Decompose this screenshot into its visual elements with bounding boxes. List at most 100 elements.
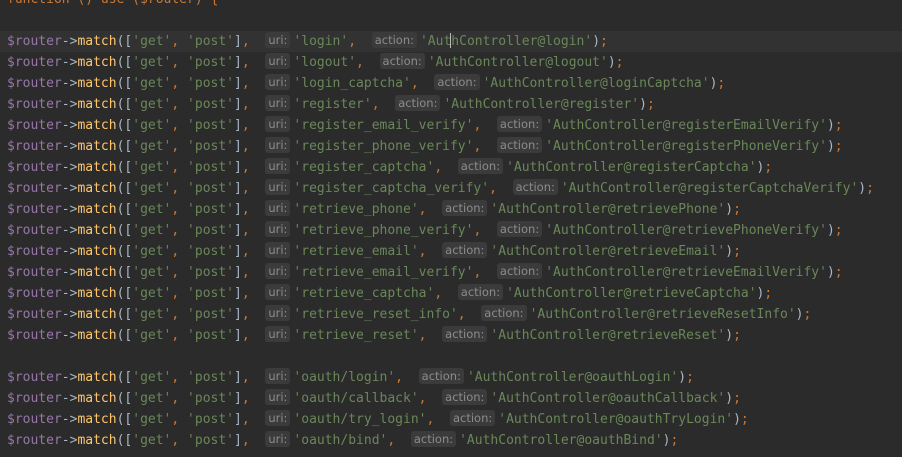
code-line[interactable]: $router->match(['get', 'post'], uri:'reg… xyxy=(0,94,902,115)
code-line[interactable]: $router->match(['get', 'post'], uri:'log… xyxy=(0,73,902,94)
route-statement: $router->match(['get', 'post'], uri:'ret… xyxy=(7,242,741,259)
uri-param-hint: uri: xyxy=(265,116,291,132)
route-uri: 'retrieve_email_verify' xyxy=(293,265,474,280)
route-statement: $router->match(['get', 'post'], uri:'oau… xyxy=(7,368,694,385)
action-param-hint: action: xyxy=(371,32,417,48)
method-get: 'get' xyxy=(132,412,172,427)
match-method: match xyxy=(77,307,117,322)
method-post: 'post' xyxy=(187,118,235,133)
route-action: 'AuthController@retrieveReset' xyxy=(490,328,726,343)
uri-param-hint: uri: xyxy=(265,431,291,447)
code-line[interactable]: $router->match(['get', 'post'], uri:'ret… xyxy=(0,283,902,304)
route-statement: $router->match(['get', 'post'], uri:'log… xyxy=(7,32,608,49)
action-param-hint: action: xyxy=(418,368,464,384)
uri-param-hint: uri: xyxy=(265,305,291,321)
arrow-operator: -> xyxy=(61,391,78,406)
code-line[interactable]: $router->match(['get', 'post'], uri:'ret… xyxy=(0,220,902,241)
arrow-operator: -> xyxy=(61,328,78,343)
match-method: match xyxy=(77,328,117,343)
route-action: 'AuthController@oauthCallback' xyxy=(490,391,726,406)
route-statement: $router->match(['get', 'post'], uri:'ret… xyxy=(7,305,812,322)
method-post: 'post' xyxy=(187,160,235,175)
method-post: 'post' xyxy=(187,181,235,196)
code-line[interactable]: $router->match(['get', 'post'], uri:'reg… xyxy=(0,115,902,136)
router-variable: $router xyxy=(7,160,62,175)
uri-param-hint: uri: xyxy=(265,389,291,405)
route-uri: 'oauth/login' xyxy=(293,370,396,385)
route-action: 'AuthController@registerCaptchaVerify' xyxy=(560,181,859,196)
method-get: 'get' xyxy=(132,370,172,385)
route-uri: 'logout' xyxy=(293,55,357,70)
action-param-hint: action: xyxy=(410,431,457,447)
arrow-operator: -> xyxy=(61,160,78,175)
route-uri: 'login_captcha' xyxy=(293,76,411,91)
method-get: 'get' xyxy=(132,55,172,70)
route-statement: $router->match(['get', 'post'], uri:'oau… xyxy=(7,389,741,406)
code-line[interactable]: $router->match(['get', 'post'], uri:'oau… xyxy=(0,409,902,430)
method-post: 'post' xyxy=(187,202,235,217)
match-method: match xyxy=(77,118,117,133)
code-line[interactable]: $router->match(['get', 'post'], uri:'reg… xyxy=(0,178,902,199)
router-variable: $router xyxy=(7,370,62,385)
code-line[interactable]: $router->match(['get', 'post'], uri:'reg… xyxy=(0,136,902,157)
route-uri: 'register_captcha' xyxy=(293,160,435,175)
code-line[interactable]: $router->match(['get', 'post'], uri:'oau… xyxy=(0,388,902,409)
method-get: 'get' xyxy=(132,265,172,280)
method-post: 'post' xyxy=(187,34,235,49)
router-variable: $router xyxy=(7,244,62,259)
method-post: 'post' xyxy=(187,55,235,70)
code-editor[interactable]: function () use ($router) { $router->mat… xyxy=(0,0,902,457)
route-statement: $router->match(['get', 'post'], uri:'oau… xyxy=(7,410,749,427)
router-variable: $router xyxy=(7,433,62,448)
route-statement: $router->match(['get', 'post'], uri:'reg… xyxy=(7,158,773,175)
arrow-operator: -> xyxy=(61,286,78,301)
route-uri: 'login' xyxy=(293,34,349,49)
function-header-text: function () use ($router) { xyxy=(7,0,218,10)
code-line-header[interactable]: function () use ($router) { xyxy=(0,0,902,10)
code-line[interactable]: $router->match(['get', 'post'], uri:'ret… xyxy=(0,304,902,325)
match-method: match xyxy=(77,265,117,280)
method-post: 'post' xyxy=(187,433,235,448)
route-uri: 'retrieve_email' xyxy=(293,244,419,259)
arrow-operator: -> xyxy=(61,97,78,112)
code-line[interactable]: $router->match(['get', 'post'], uri:'ret… xyxy=(0,262,902,283)
method-get: 'get' xyxy=(132,160,172,175)
uri-param-hint: uri: xyxy=(265,326,291,342)
match-method: match xyxy=(77,370,117,385)
action-param-hint: action: xyxy=(496,221,543,237)
uri-param-hint: uri: xyxy=(265,242,291,258)
code-line[interactable]: $router->match(['get', 'post'], uri:'oau… xyxy=(0,367,902,388)
match-method: match xyxy=(77,55,117,70)
code-line[interactable]: $router->match(['get', 'post'], uri:'ret… xyxy=(0,199,902,220)
route-uri: 'retrieve_reset_info' xyxy=(293,307,458,322)
uri-param-hint: uri: xyxy=(265,74,291,90)
arrow-operator: -> xyxy=(61,55,78,70)
code-line[interactable]: $router->match(['get', 'post'], uri:'oau… xyxy=(0,430,902,451)
action-param-hint: action: xyxy=(457,284,504,300)
router-variable: $router xyxy=(7,139,62,154)
code-line[interactable]: $router->match(['get', 'post'], uri:'log… xyxy=(0,31,902,52)
match-method: match xyxy=(77,433,117,448)
match-method: match xyxy=(77,412,117,427)
code-line[interactable]: $router->match(['get', 'post'], uri:'ret… xyxy=(0,241,902,262)
code-line[interactable]: $router->match(['get', 'post'], uri:'ret… xyxy=(0,325,902,346)
uri-param-hint: uri: xyxy=(265,200,291,216)
route-uri: 'oauth/bind' xyxy=(293,433,388,448)
code-line[interactable]: $router->match(['get', 'post'], uri:'log… xyxy=(0,52,902,73)
router-variable: $router xyxy=(7,223,62,238)
route-action: 'AuthController@oauthLogin' xyxy=(466,370,679,385)
uri-param-hint: uri: xyxy=(265,284,291,300)
code-line[interactable]: $router->match(['get', 'post'], uri:'reg… xyxy=(0,157,902,178)
arrow-operator: -> xyxy=(61,370,78,385)
uri-param-hint: uri: xyxy=(265,410,291,426)
route-action: 'AuthController@logout' xyxy=(427,55,608,70)
route-action: 'AuthController@login' xyxy=(419,33,593,49)
match-method: match xyxy=(77,286,117,301)
match-method: match xyxy=(77,139,117,154)
action-param-hint: action: xyxy=(496,116,543,132)
method-get: 'get' xyxy=(132,97,172,112)
router-variable: $router xyxy=(7,391,62,406)
action-param-hint: action: xyxy=(442,200,488,216)
match-method: match xyxy=(77,244,117,259)
method-get: 'get' xyxy=(132,181,172,196)
